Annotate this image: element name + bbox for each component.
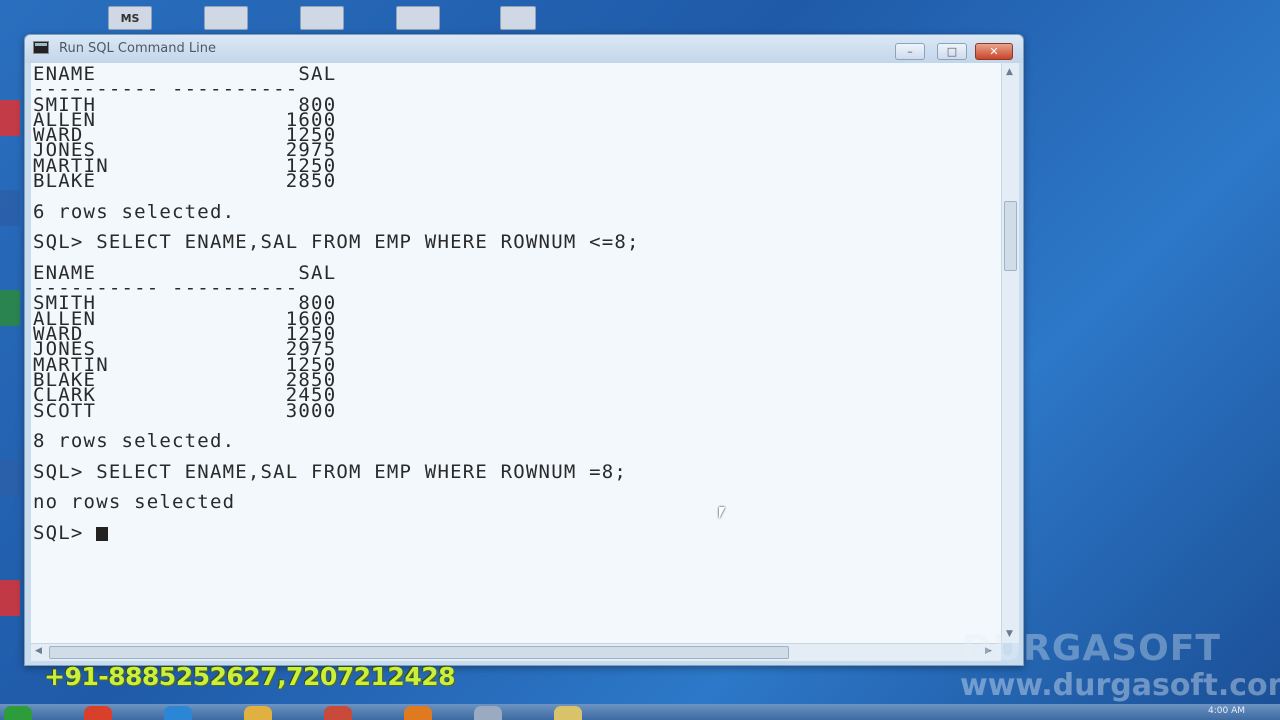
taskbar-clock: 4:00 AM <box>1208 706 1245 716</box>
scroll-up-icon[interactable]: ▲ <box>1006 67 1013 77</box>
desktop-icon[interactable] <box>500 6 536 30</box>
desktop-left-icons <box>0 40 22 640</box>
console-line: SQL> SELECT ENAME,SAL FROM EMP WHERE ROW… <box>33 460 628 483</box>
taskbar-sql-icon[interactable] <box>474 706 502 720</box>
desktop-icon[interactable] <box>0 460 20 496</box>
console-text: ENAME SAL ---------- ---------- SMITH 800 A… <box>33 64 640 542</box>
taskbar-firefox-icon[interactable] <box>404 706 432 720</box>
console-line: 6 rows selected. <box>33 200 236 223</box>
brand-url-watermark: www.durgasoft.com <box>960 668 1280 703</box>
console-line: SCOTT 3000 <box>33 399 337 422</box>
desktop-icon[interactable] <box>300 6 344 30</box>
brand-watermark: DURGASOFT <box>962 628 1221 669</box>
desktop-icon[interactable] <box>0 290 20 326</box>
taskbar-chrome-icon[interactable] <box>84 706 112 720</box>
horizontal-scroll-thumb[interactable] <box>49 646 789 659</box>
console-output[interactable]: ENAME SAL ---------- ---------- SMITH 800 A… <box>31 63 1001 643</box>
title-bar[interactable]: Run SQL Command Line – □ ✕ <box>25 35 1023 63</box>
desktop-top-icons: MS <box>0 0 1280 32</box>
desktop-icon-label: MS <box>120 12 140 25</box>
window-title: Run SQL Command Line <box>59 41 216 56</box>
horizontal-scrollbar[interactable]: ◀ ▶ <box>31 643 1001 661</box>
maximize-button[interactable]: □ <box>937 43 967 60</box>
taskbar-media-icon[interactable] <box>324 706 352 720</box>
desktop-icon[interactable] <box>0 190 20 226</box>
desktop-icon[interactable] <box>204 6 248 30</box>
taskbar-ie-icon[interactable] <box>164 706 192 720</box>
taskbar <box>0 704 1280 720</box>
desktop-icon[interactable] <box>396 6 440 30</box>
desktop-icon-ms[interactable]: MS <box>108 6 152 30</box>
maximize-icon: □ <box>946 45 958 58</box>
taskbar-app-icon[interactable] <box>554 706 582 720</box>
console-line: no rows selected <box>33 491 236 514</box>
sql-prompt-label: SQL> <box>33 521 97 544</box>
sql-prompt[interactable]: SQL> <box>33 523 640 542</box>
scroll-left-icon[interactable]: ◀ <box>35 646 42 656</box>
taskbar-explorer-icon[interactable] <box>244 706 272 720</box>
sql-command-line-window: Run SQL Command Line – □ ✕ ENAME SAL ----… <box>24 34 1024 666</box>
text-cursor <box>96 526 109 541</box>
vertical-scroll-thumb[interactable] <box>1004 201 1017 271</box>
console-line: SQL> SELECT ENAME,SAL FROM EMP WHERE ROW… <box>33 231 640 254</box>
start-button[interactable] <box>4 706 32 720</box>
vertical-scrollbar[interactable]: ▲ ▼ <box>1001 63 1019 643</box>
desktop-icon[interactable] <box>0 100 20 136</box>
minimize-button[interactable]: – <box>895 43 925 60</box>
mouse-pointer-icon <box>719 507 725 519</box>
phone-watermark: +91-8885252627,7207212428 <box>44 662 456 691</box>
minimize-icon: – <box>907 45 913 58</box>
close-icon: ✕ <box>989 45 999 58</box>
console-line: BLAKE 2850 <box>33 170 337 193</box>
console-line: 8 rows selected. <box>33 430 236 453</box>
desktop-icon[interactable] <box>0 580 20 616</box>
console-app-icon <box>33 41 49 54</box>
close-button[interactable]: ✕ <box>975 43 1013 60</box>
